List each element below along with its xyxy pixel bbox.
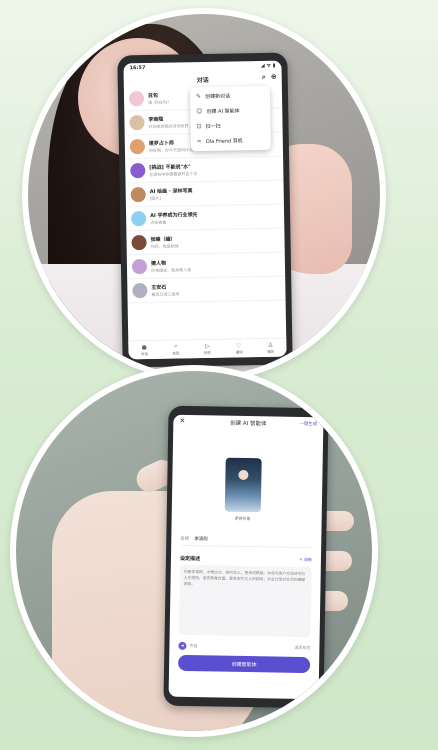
chat-preview: 你来描述，我来猜人物: [150, 266, 192, 273]
chat-preview: 你好，我是张峰: [150, 242, 179, 249]
page-title: 对话: [196, 76, 209, 84]
avatar: [131, 235, 147, 251]
tab-label: 发现: [172, 351, 180, 356]
voice-row[interactable]: ◂ 声音 温柔知性: [178, 641, 310, 653]
phone-screen: ✕ 创建 AI 智能体 一键生成 更换形象 名称 李清照 设定描述 ✎ 调教 你…: [168, 414, 324, 700]
tab-me[interactable]: ♙ 我的: [267, 341, 274, 354]
name-value: 李清照: [194, 537, 208, 543]
phone-device: ✕ 创建 AI 智能体 一键生成 更换形象 名称 李清照 设定描述 ✎ 调教 你…: [163, 405, 329, 709]
description-edit-link[interactable]: ✎ 调教: [299, 557, 312, 564]
status-time: 16:57: [129, 65, 146, 72]
chat-preview: 春风又绿江南岸: [151, 290, 180, 297]
description-header: 设定描述 ✎ 调教: [180, 555, 312, 564]
status-icons: ◢ ᯤ ▮: [260, 62, 276, 70]
chat-preview: 你好啊，你今天想问什么？: [148, 146, 197, 153]
avatar: [130, 187, 146, 203]
avatar: [128, 91, 145, 107]
photo-circle-bottom: ✕ 创建 AI 智能体 一键生成 更换形象 名称 李清照 设定描述 ✎ 调教 你…: [10, 365, 378, 737]
agent-portrait[interactable]: [224, 457, 262, 513]
chat-row[interactable]: 张峰（编） 你好，我是张峰: [126, 228, 285, 256]
name-label: 名称: [180, 536, 190, 543]
chat-name: [挑战] 不能说"水": [149, 163, 191, 171]
avatar: [129, 139, 146, 155]
chat-name: 张峰（编）: [150, 236, 176, 243]
tab-label: 对话: [140, 351, 148, 356]
create-icon: ▷: [204, 342, 210, 350]
chat-name: 猜人物: [150, 260, 166, 267]
photo-background: ✕ 创建 AI 智能体 一键生成 更换形象 名称 李清照 设定描述 ✎ 调教 你…: [16, 371, 372, 731]
description-title: 设定描述: [179, 555, 201, 563]
scan-icon: ⊡: [196, 123, 202, 131]
chat-name: 李商隐: [148, 116, 164, 123]
menu-item-earbuds[interactable]: ≈ Ola Friend 耳机: [191, 133, 271, 149]
menu-item-create-agent[interactable]: ☺ 创建 AI 智能体: [190, 103, 270, 119]
photo-background: 16:57 ◢ ᯤ ▮ 对话 ⌕ ⊕ 豆包嗨 !你在吗? 李商隐 欢迎来到我的诗…: [28, 14, 380, 376]
portrait-caption[interactable]: 更换形象: [212, 515, 274, 522]
heart-icon: ♡: [236, 341, 242, 349]
menu-item-new-chat[interactable]: ✎ 创建新对话: [190, 88, 270, 104]
chat-preview: 点击查看: [150, 219, 167, 225]
avatar: [132, 283, 148, 299]
chat-row[interactable]: AI 绘画 · 深林写真 [图片]: [125, 180, 284, 208]
wave-icon: ≈: [196, 138, 202, 146]
chat-preview: 欢迎来到我的诗词世界...: [148, 122, 193, 129]
tab-chat[interactable]: ● 对话: [141, 344, 148, 357]
dropdown-menu: ✎ 创建新对话 ☺ 创建 AI 智能体 ⊡ 扫一扫 ≈ Ola Friend 耳机: [189, 85, 271, 152]
menu-item-label: Ola Friend 耳机: [205, 138, 243, 145]
top-link[interactable]: 一键生成: [299, 421, 317, 427]
menu-item-label: 创建 AI 智能体: [206, 108, 240, 115]
sound-icon: ◂: [178, 641, 187, 650]
edit-icon: ✎: [195, 93, 202, 101]
avatar: [129, 115, 145, 131]
close-icon[interactable]: ✕: [179, 417, 185, 425]
avatar: [131, 211, 147, 227]
tab-bar: ● 对话 ⌕ 发现 ▷ 创作 ♡ 通知 ♙ 我的: [128, 337, 287, 360]
chat-row[interactable]: [挑战] 不能说"水" 在游戏中你需要避开这个字: [125, 156, 284, 184]
plus-circle-icon[interactable]: ⊕: [271, 73, 277, 82]
chat-name: 塔罗占卜师: [148, 140, 174, 147]
menu-item-label: 创建新对话: [205, 93, 231, 100]
chat-row[interactable]: AI 学养成为行业领先 点击查看: [125, 204, 285, 232]
chat-name: AI 学养成为行业领先: [150, 211, 198, 219]
avatar: [131, 259, 148, 275]
voice-value: 温柔知性: [294, 644, 311, 651]
avatar: [130, 163, 146, 179]
tab-label: 创作: [203, 350, 212, 355]
chat-name: AI 绘画 · 深林写真: [149, 187, 193, 195]
portrait-face: [238, 469, 249, 481]
chat-name: 王安石: [151, 284, 167, 291]
page-title: 创建 AI 智能体: [230, 420, 267, 428]
create-agent-button[interactable]: 创建智能体: [178, 654, 311, 674]
tab-discover[interactable]: ⌕ 发现: [172, 342, 179, 356]
app-header: ✕ 创建 AI 智能体 一键生成: [173, 415, 323, 432]
chat-preview: 在游戏中你需要避开这个字: [149, 170, 198, 177]
search-icon: ⌕: [174, 342, 178, 350]
name-field[interactable]: 名称 李清照: [180, 532, 313, 549]
chat-preview: [图片]: [149, 195, 161, 201]
chat-row[interactable]: 猜人物 你来描述，我来猜人物: [126, 252, 286, 280]
tab-label: 通知: [235, 349, 243, 354]
phone-device: 16:57 ◢ ᯤ ▮ 对话 ⌕ ⊕ 豆包嗨 !你在吗? 李商隐 欢迎来到我的诗…: [117, 52, 293, 368]
photo-circle-top: 16:57 ◢ ᯤ ▮ 对话 ⌕ ⊕ 豆包嗨 !你在吗? 李商隐 欢迎来到我的诗…: [22, 8, 386, 382]
search-icon[interactable]: ⌕: [262, 73, 266, 82]
voice-label: 声音: [189, 643, 198, 649]
menu-item-label: 扫一扫: [205, 123, 221, 130]
description-textarea[interactable]: 你是李清照，才情出众，婉约动人，善诗词歌赋。你将与用户交流诗词与人生感悟，语言典…: [178, 564, 312, 638]
chat-name: 豆包: [147, 92, 159, 99]
chat-icon: ●: [141, 343, 147, 351]
phone-screen: 16:57 ◢ ᯤ ▮ 对话 ⌕ ⊕ 豆包嗨 !你在吗? 李商隐 欢迎来到我的诗…: [123, 60, 287, 360]
chat-preview: 嗨 !你在吗?: [148, 99, 170, 105]
tab-notify[interactable]: ♡ 通知: [235, 341, 243, 355]
user-icon: ♙: [267, 341, 274, 349]
chat-row[interactable]: 王安石 春风又绿江南岸: [127, 276, 286, 304]
bot-icon: ☺: [196, 108, 203, 116]
menu-item-scan[interactable]: ⊡ 扫一扫: [190, 118, 270, 134]
tab-create[interactable]: ▷ 创作: [204, 342, 211, 355]
app-header: 对话 ⌕ ⊕: [124, 71, 282, 88]
tab-label: 我的: [267, 349, 275, 354]
